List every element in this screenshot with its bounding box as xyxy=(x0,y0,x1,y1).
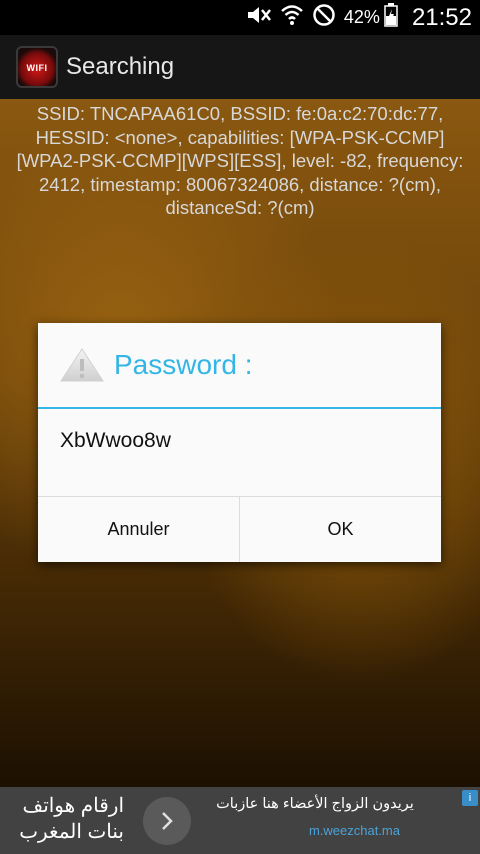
wifi-icon xyxy=(280,4,304,31)
password-dialog: Password : XbWwoo8w Annuler OK xyxy=(38,323,441,562)
action-bar: WIFI Searching xyxy=(0,35,480,99)
mute-icon xyxy=(246,5,272,30)
status-bar: 42% 21:52 xyxy=(0,0,480,35)
clock: 21:52 xyxy=(411,3,472,31)
warning-icon xyxy=(58,345,106,385)
app-icon[interactable]: WIFI xyxy=(16,46,58,88)
ad-url[interactable]: m.weezchat.ma xyxy=(309,823,400,838)
ad-headline-line2: بنات المغرب xyxy=(19,821,124,843)
page-title: Searching xyxy=(66,53,175,80)
blocked-icon xyxy=(312,3,336,32)
dialog-header: Password : xyxy=(38,323,441,409)
chevron-right-icon xyxy=(162,812,173,830)
battery-icon xyxy=(384,3,398,32)
app-icon-label: WIFI xyxy=(26,63,48,73)
battery-percentage: 42% xyxy=(343,7,380,27)
dialog-body: XbWwoo8w xyxy=(38,409,441,497)
ad-description[interactable]: يريدون الزواج الأعضاء هنا عازبات xyxy=(190,796,440,812)
ad-open-button[interactable] xyxy=(143,797,191,845)
ok-button[interactable]: OK xyxy=(239,497,441,562)
ad-headline[interactable]: ارقام هواتف بنات المغرب xyxy=(14,793,124,845)
ad-banner[interactable]: ارقام هواتف بنات المغرب يريدون الزواج ال… xyxy=(0,787,480,854)
wifi-scan-result: SSID: TNCAPAA61C0, BSSID: fe:0a:c2:70:dc… xyxy=(16,103,464,218)
cancel-button[interactable]: Annuler xyxy=(38,497,239,562)
dialog-title: Password : xyxy=(114,349,253,380)
dialog-buttons: Annuler OK xyxy=(38,496,441,562)
ad-headline-line1: ارقام هواتف xyxy=(22,795,124,817)
ad-info-icon[interactable]: i xyxy=(462,790,478,806)
password-text: XbWwoo8w xyxy=(60,429,171,452)
